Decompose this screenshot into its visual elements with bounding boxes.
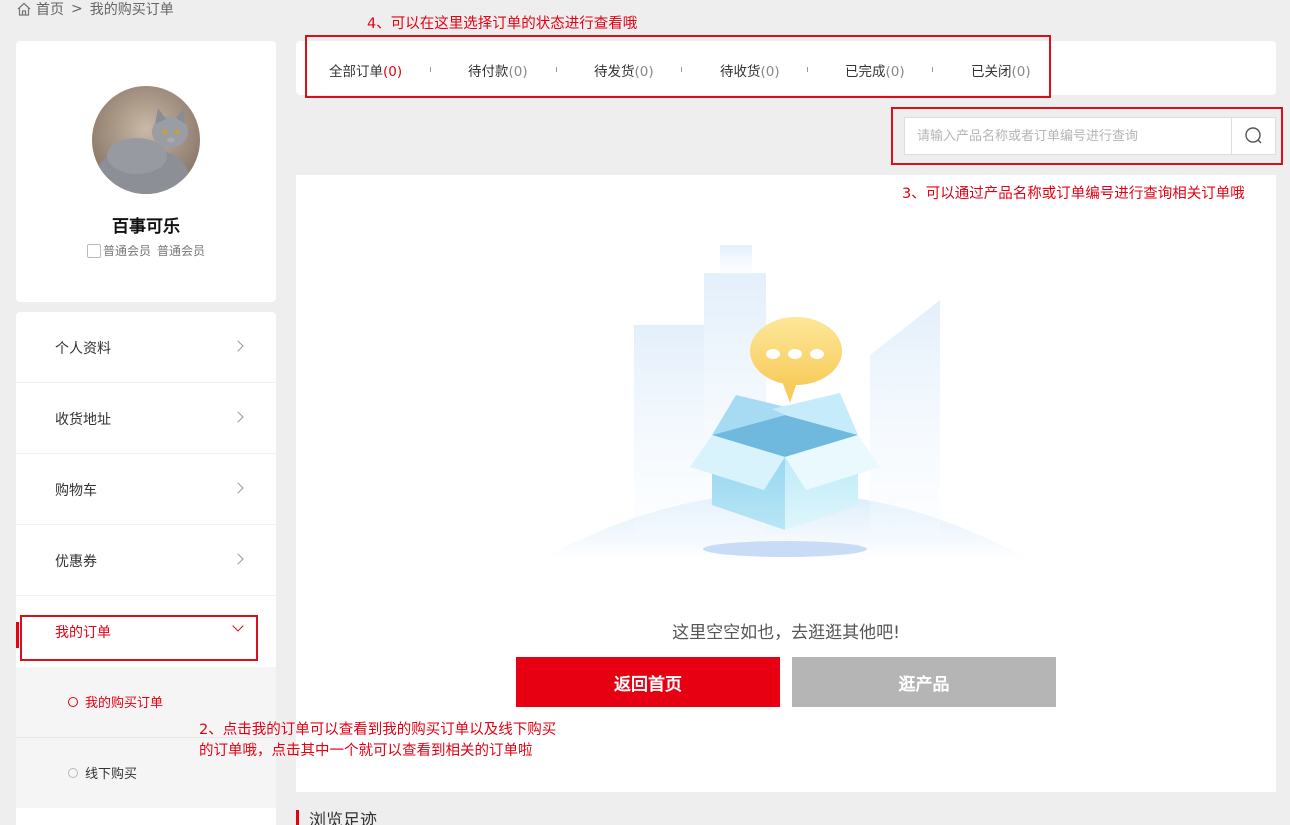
annotation-search-box: [891, 107, 1283, 165]
member-level-icon: 普通会员: [86, 242, 151, 259]
annotation-menu-note-line1: 2、点击我的订单可以查看到我的购买订单以及线下购买: [199, 722, 557, 738]
chevron-right-icon: [232, 482, 244, 494]
username: 百事可乐: [112, 217, 180, 237]
sidebar-item-label: 收货地址: [55, 412, 111, 428]
chevron-right-icon: [232, 411, 244, 423]
orders-content: 这里空空如也，去逛逛其他吧! 返回首页 逛产品: [296, 175, 1276, 792]
sidebar-item-label: 优惠券: [55, 554, 97, 570]
member-level-label: 普通会员: [157, 244, 206, 258]
annotation-tabs-box: [305, 35, 1051, 98]
browse-products-button[interactable]: 逛产品: [792, 657, 1056, 707]
home-icon[interactable]: [16, 1, 32, 17]
member-level: 普通会员 普通会员: [16, 242, 276, 259]
annotation-menu-note-line2: 的订单哦，点击其中一个就可以查看到相关的订单啦: [199, 743, 533, 759]
sidebar-item-profile[interactable]: 个人资料: [16, 312, 276, 383]
annotation-orders-box: [20, 615, 258, 661]
breadcrumb: 首页 > 我的购买订单: [16, 0, 174, 18]
chevron-right-icon: [232, 340, 244, 352]
annotation-tabs-note: 4、可以在这里选择订单的状态进行查看哦: [367, 16, 638, 32]
annotation-search-note: 3、可以通过产品名称或订单编号进行查询相关订单哦: [902, 186, 1245, 202]
empty-box-illustration: [540, 245, 1030, 560]
browse-history-title: 浏览足迹: [296, 810, 377, 825]
breadcrumb-separator: >: [71, 1, 83, 17]
submenu-item-label: 我的购买订单: [85, 696, 164, 711]
empty-message: 这里空空如也，去逛逛其他吧!: [672, 623, 900, 643]
breadcrumb-current: 我的购买订单: [89, 2, 174, 18]
avatar[interactable]: [92, 86, 200, 194]
radio-dot-icon: [68, 768, 78, 778]
sidebar-item-address[interactable]: 收货地址: [16, 383, 276, 454]
sidebar-item-label: 个人资料: [55, 341, 111, 357]
profile-card: 百事可乐 普通会员 普通会员: [16, 41, 276, 302]
submenu-item-label: 线下购买: [85, 767, 138, 782]
breadcrumb-home-link[interactable]: 首页: [36, 0, 64, 19]
radio-dot-icon: [68, 697, 78, 707]
sidebar-item-coupons[interactable]: 优惠券: [16, 525, 276, 596]
back-home-button[interactable]: 返回首页: [516, 657, 780, 707]
sidebar-item-label: 购物车: [55, 483, 97, 499]
chevron-right-icon: [232, 553, 244, 565]
sidebar-item-cart[interactable]: 购物车: [16, 454, 276, 525]
member-level-alt: 普通会员: [102, 244, 151, 258]
